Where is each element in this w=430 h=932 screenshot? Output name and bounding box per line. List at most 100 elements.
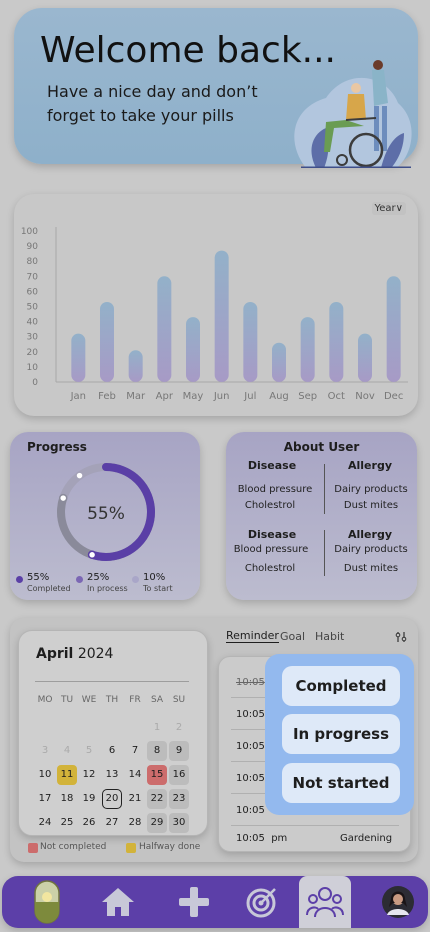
- calendar-day[interactable]: 17: [35, 789, 55, 809]
- calendar-day[interactable]: 30: [169, 813, 189, 833]
- legend-dot: [132, 576, 139, 583]
- y-tick-label: 20: [27, 348, 39, 358]
- x-tick-label: Nov: [355, 391, 375, 402]
- calendar-day[interactable]: 21: [125, 789, 145, 809]
- nav-community[interactable]: [299, 876, 351, 928]
- bar-oct: [329, 301, 344, 382]
- y-tick-label: 60: [27, 287, 39, 297]
- calendar-day[interactable]: 5: [79, 741, 99, 761]
- legend-halfway-done: Halfway done: [139, 842, 201, 852]
- calendar: April 2024 MO TU WE TH FR SA SU 1 2 3 4 5 6 7 8 9 10 11 1…: [18, 630, 208, 836]
- day-grid: 1 2 3 4 5 6 7 8 9 10 11 12 13 14 15 16 17 18 19 20 21 22 23 24 2…: [19, 631, 209, 837]
- ring-marker: [87, 550, 97, 560]
- tab-reminder[interactable]: Reminder: [226, 629, 279, 643]
- calendar-day[interactable]: 27: [102, 813, 122, 833]
- y-tick-label: 30: [27, 333, 39, 343]
- disease-item: Blood pressure: [233, 544, 309, 555]
- allergy-item: Dust mites: [343, 500, 399, 511]
- welcome-subtitle: Have a nice day and don’t forget to take…: [47, 82, 258, 125]
- x-tick-label: Jul: [243, 391, 256, 402]
- calendar-day[interactable]: 25: [57, 813, 77, 833]
- legend-completed-label: Completed: [27, 584, 71, 593]
- legend-dot: [76, 576, 83, 583]
- reminder-time: 10:05: [236, 741, 265, 752]
- divider: [324, 530, 325, 576]
- calendar-day[interactable]: 2: [169, 718, 189, 738]
- reminder-time: 10:05: [236, 833, 265, 844]
- status-completed-button[interactable]: Completed: [282, 666, 400, 706]
- tab-goal[interactable]: Goal: [280, 630, 305, 643]
- bar-aug: [272, 342, 286, 382]
- bar-feb: [100, 301, 114, 382]
- calendar-day[interactable]: 16: [169, 765, 189, 785]
- bar-may: [186, 317, 200, 382]
- calendar-day[interactable]: 10: [35, 765, 55, 785]
- y-tick-label: 90: [27, 242, 39, 252]
- legend-completed-value: 55%: [27, 572, 50, 583]
- reminder-ampm: pm: [271, 833, 288, 844]
- tab-habit[interactable]: Habit: [315, 630, 344, 643]
- y-tick-label: 70: [27, 272, 39, 282]
- calendar-day[interactable]: 3: [35, 741, 55, 761]
- legend-not-completed: Not completed: [40, 842, 107, 852]
- bar-apr: [157, 276, 172, 382]
- disease-heading: Disease: [247, 528, 297, 541]
- allergy-heading: Allergy: [348, 459, 392, 472]
- calendar-day[interactable]: 18: [57, 789, 77, 809]
- progress-ring: 55%: [57, 463, 155, 561]
- y-tick-label: 80: [27, 257, 39, 267]
- calendar-day[interactable]: 15: [147, 765, 167, 785]
- calendar-day[interactable]: 14: [125, 765, 145, 785]
- progress-center-value: 55%: [87, 504, 125, 524]
- calendar-day[interactable]: 6: [102, 741, 122, 761]
- reminder-item[interactable]: 10:05 pm: [236, 833, 287, 844]
- about-user-card: About User Disease Allergy Blood pressur…: [226, 432, 417, 600]
- x-tick-label: Oct: [328, 391, 345, 402]
- calendar-day[interactable]: 11: [57, 765, 77, 785]
- legend-in-process-value: 25%: [87, 572, 110, 583]
- calendar-day[interactable]: 13: [102, 765, 122, 785]
- plus-icon: [179, 887, 209, 917]
- filter-icon[interactable]: [395, 631, 407, 643]
- calendar-day[interactable]: 7: [125, 741, 145, 761]
- y-tick-label: 40: [27, 318, 39, 328]
- nurse-wheelchair-illustration: [294, 60, 412, 168]
- calendar-day[interactable]: 28: [125, 813, 145, 833]
- calendar-day[interactable]: 26: [79, 813, 99, 833]
- nav-add[interactable]: [174, 876, 214, 928]
- calendar-day[interactable]: 9: [169, 741, 189, 761]
- bar-jul: [243, 301, 258, 382]
- status-not-started-button[interactable]: Not started: [282, 763, 400, 803]
- reminder-activity: Gardening: [340, 833, 393, 844]
- nav-profile[interactable]: [378, 876, 418, 928]
- y-tick-label: 100: [21, 227, 38, 237]
- calendar-day[interactable]: 29: [147, 813, 167, 833]
- legend-in-process-label: In process: [87, 584, 128, 593]
- calendar-day[interactable]: 19: [79, 789, 99, 809]
- legend-to-start-value: 10%: [143, 572, 166, 583]
- calendar-day[interactable]: 8: [147, 741, 167, 761]
- calendar-day[interactable]: 4: [57, 741, 77, 761]
- calendar-day[interactable]: 24: [35, 813, 55, 833]
- home-icon: [102, 888, 134, 916]
- calendar-day[interactable]: 1: [147, 718, 167, 738]
- status-in-progress-button[interactable]: In progress: [282, 714, 400, 754]
- nav-home[interactable]: [98, 876, 138, 928]
- x-tick-label: Jan: [70, 391, 86, 402]
- bar-mar: [128, 350, 143, 382]
- calendar-day[interactable]: 23: [169, 789, 189, 809]
- target-icon: [246, 888, 276, 918]
- calendar-day[interactable]: 22: [147, 789, 167, 809]
- x-tick-label: Feb: [98, 391, 116, 402]
- welcome-banner: Welcome back... Have a nice day and don’…: [14, 8, 418, 168]
- x-tick-label: Dec: [384, 391, 403, 402]
- pill-icon: [34, 880, 60, 924]
- calendar-day[interactable]: 12: [79, 765, 99, 785]
- disease-heading: Disease: [247, 459, 297, 472]
- nav-goals[interactable]: [242, 876, 282, 928]
- nav-medicine[interactable]: [30, 876, 64, 928]
- calendar-day[interactable]: 20: [102, 789, 122, 809]
- ring-marker: [75, 471, 84, 480]
- calendar-legend: Not completed Halfway done: [28, 842, 208, 856]
- allergy-heading: Allergy: [348, 528, 392, 541]
